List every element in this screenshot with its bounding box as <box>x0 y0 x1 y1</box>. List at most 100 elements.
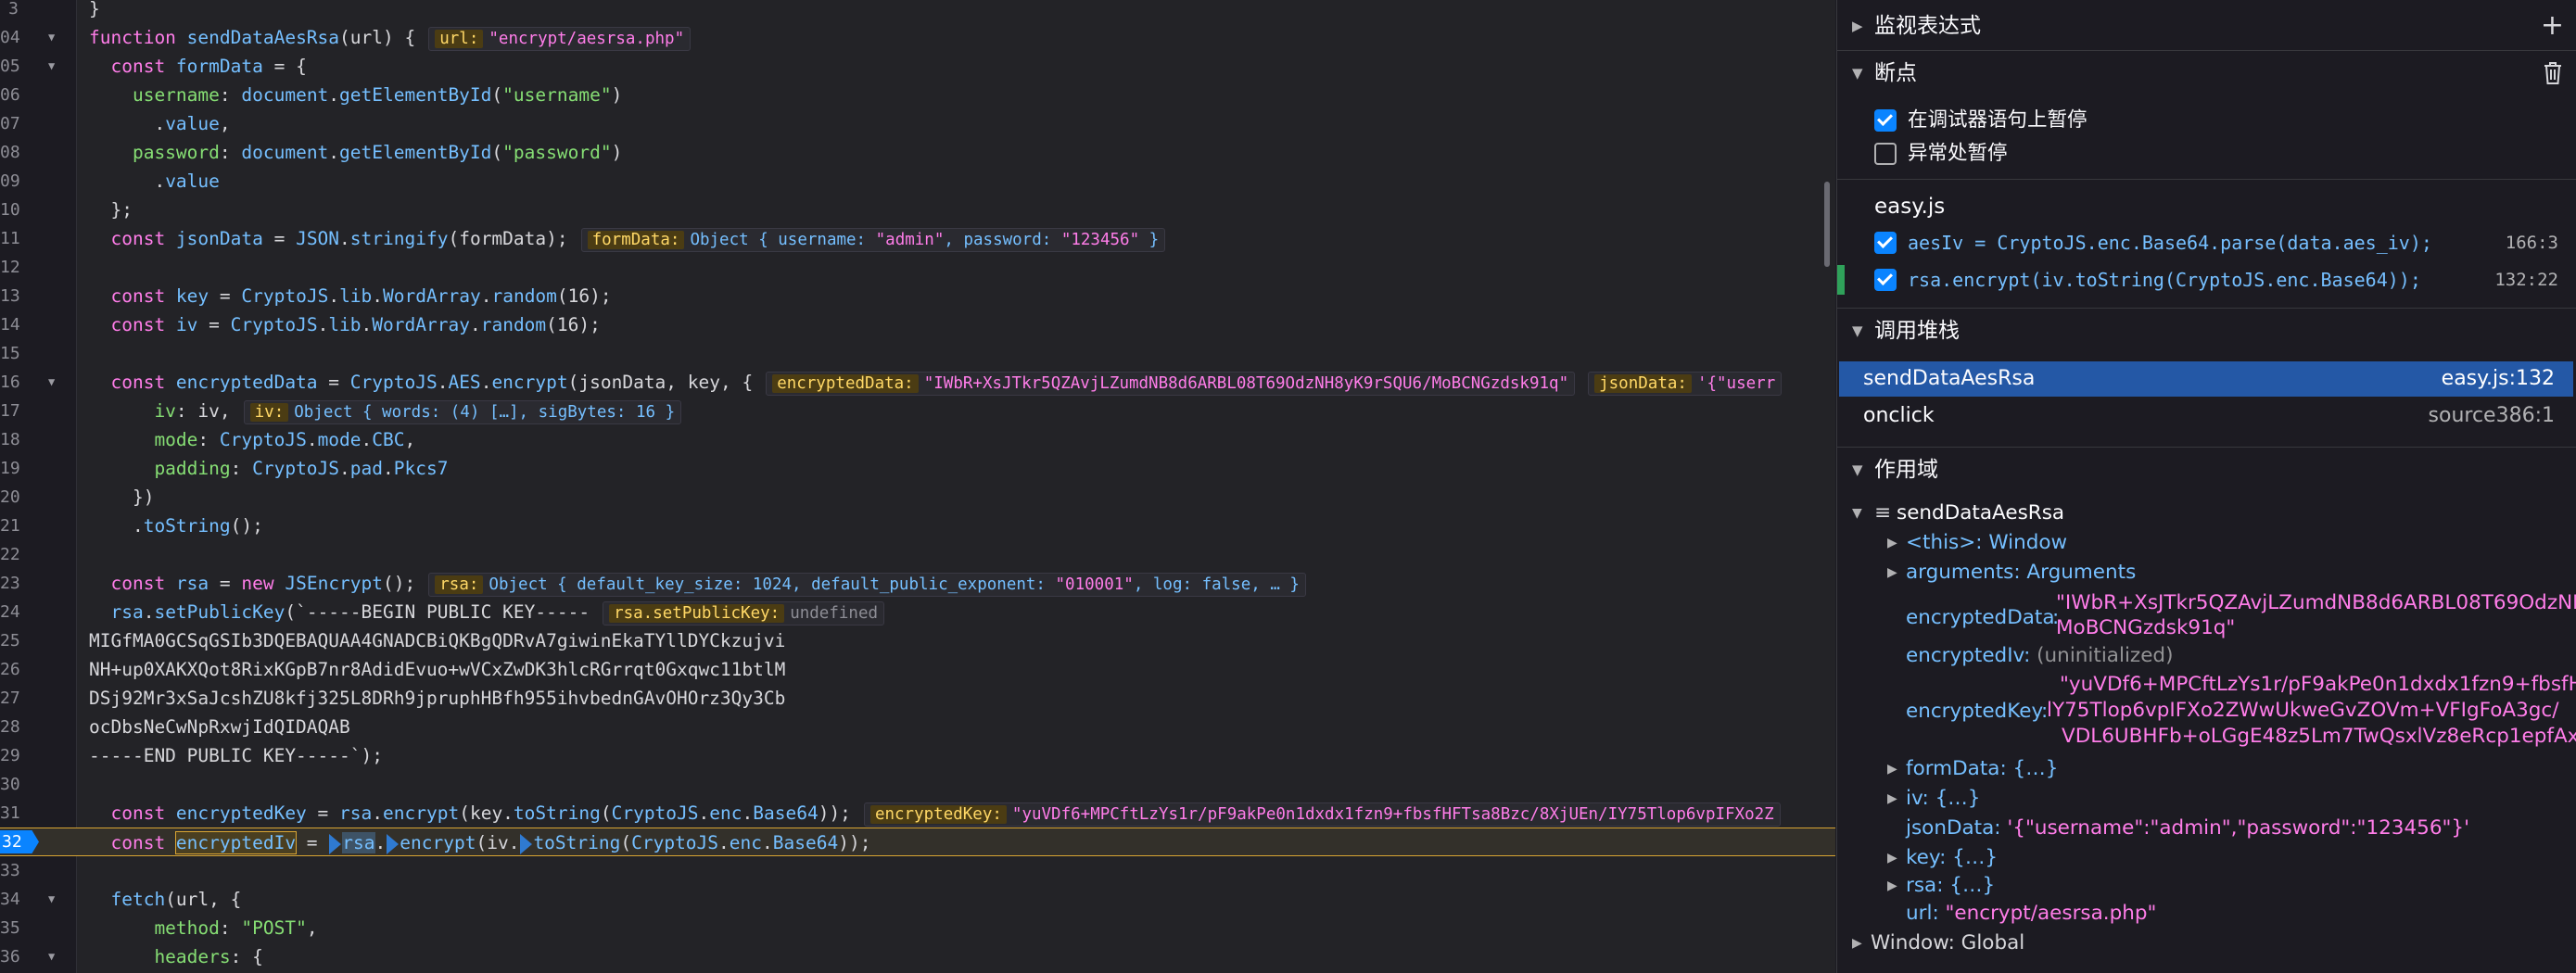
code-line[interactable]: 18 mode: CryptoJS.mode.CBC, <box>0 425 1835 454</box>
expand-arrow-icon[interactable]: ▶ <box>1887 872 1897 900</box>
line-number[interactable]: 16 <box>0 368 20 397</box>
expand-arrow-icon[interactable]: ▶ <box>1852 929 1862 957</box>
line-number[interactable]: 07 <box>0 109 20 138</box>
expand-arrow-icon[interactable]: ▶ <box>1852 4 1863 48</box>
line-number[interactable]: 04 <box>0 23 20 52</box>
expand-arrow-icon[interactable]: ▶ <box>1887 755 1897 783</box>
fold-toggle-icon[interactable]: ▼ <box>48 23 55 52</box>
code-line[interactable]: 28 ocDbsNeCwNpRxwjIdQIDAQAB <box>0 713 1835 741</box>
step-point-icon[interactable] <box>520 833 533 854</box>
hovered-variable[interactable]: encryptedIv <box>174 831 298 854</box>
code-line[interactable]: 26 NH+up0XAKXQot8RixKGpB7nr8AdidEvuo+wVCx… <box>0 655 1835 684</box>
breakpoint-checkbox[interactable] <box>1874 269 1897 291</box>
code-line[interactable]: 04 ▼ function sendDataAesRsa(url) {url: "en… <box>0 23 1835 52</box>
code-line[interactable]: 13 const key = CryptoJS.lib.WordArray.ra… <box>0 282 1835 310</box>
line-number[interactable]: 17 <box>0 397 20 425</box>
code-line[interactable]: 25 MIGfMA0GCSqGSIb3DQEBAQUAA4GNADCBiQKBgQ… <box>0 626 1835 655</box>
line-number[interactable]: 30 <box>0 770 20 799</box>
inline-value-preview[interactable]: formData: Object { username: "admin", pas… <box>580 227 1166 252</box>
line-number[interactable]: 24 <box>0 598 20 626</box>
code-line[interactable]: 17 iv: iv, iv: Object { words: (4) […], si… <box>0 397 1835 425</box>
pause-on-debugger-checkbox[interactable] <box>1874 109 1897 132</box>
breakpoint-file[interactable]: easy.js <box>1837 190 2576 223</box>
line-number[interactable]: 36 <box>0 942 20 971</box>
breakpoints-header[interactable]: ▼ 断点 <box>1837 50 2576 95</box>
code-line[interactable]: 14 const iv = CryptoJS.lib.WordArray.ran… <box>0 310 1835 339</box>
line-number[interactable]: 11 <box>0 224 20 253</box>
code-line[interactable]: 35 method: "POST", <box>0 914 1835 942</box>
paused-code-line[interactable]: 32 const encryptedIv = rsa. encrypt(iv. to… <box>0 828 1835 856</box>
call-stack-header[interactable]: ▼ 调用堆栈 <box>1837 308 2576 353</box>
code-line[interactable]: 24 rsa.setPublicKey(`-----BEGIN PUBLIC K… <box>0 598 1835 626</box>
line-number[interactable]: 31 <box>0 799 20 828</box>
line-number[interactable]: 12 <box>0 253 20 282</box>
code-line[interactable]: 06 username: document.getElementById("us… <box>0 81 1835 109</box>
line-number[interactable]: 20 <box>0 483 20 512</box>
fold-toggle-icon[interactable]: ▼ <box>48 52 55 81</box>
code-line[interactable]: 19 padding: CryptoJS.pad.Pkcs7 <box>0 454 1835 483</box>
fold-toggle-icon[interactable]: ▼ <box>48 942 55 971</box>
code-line[interactable]: 23 const rsa = new JSEncrypt(); rsa: Objec… <box>0 569 1835 598</box>
line-number[interactable]: 25 <box>0 626 20 655</box>
scope-var-encryptedKey[interactable]: encryptedKey : "yuVDf6+MPCftLzYs1r/pF9ak… <box>1837 672 2576 752</box>
inline-value-preview[interactable]: encryptedKey: "yuVDf6+MPCftLzYs1r/pF9akPe… <box>863 802 1781 827</box>
stack-frame-selected[interactable]: sendDataAesRsa easy.js:132 <box>1839 361 2573 397</box>
line-number[interactable]: 34 <box>0 885 20 914</box>
line-number[interactable]: 35 <box>0 914 20 942</box>
breakpoint-marker-icon[interactable]: 32 <box>0 830 39 853</box>
line-number[interactable]: 3 <box>0 0 19 23</box>
breakpoint-item[interactable]: rsa.encrypt(iv.toString(CryptoJS.enc.Bas… <box>1837 263 2576 297</box>
scopes-header[interactable]: ▼ 作用域 <box>1837 447 2576 492</box>
code-line[interactable]: 05 ▼ const formData = { <box>0 52 1835 81</box>
code-line[interactable]: 33 <box>0 856 1835 885</box>
code-line[interactable]: 12 <box>0 253 1835 282</box>
code-line[interactable]: 29 -----END PUBLIC KEY-----`); <box>0 741 1835 770</box>
line-number[interactable]: 33 <box>0 856 20 885</box>
expand-arrow-icon[interactable]: ▶ <box>1887 844 1897 872</box>
breakpoint-checkbox[interactable] <box>1874 232 1897 254</box>
line-number[interactable]: 13 <box>0 282 20 310</box>
current-expression[interactable]: rsa <box>342 832 375 853</box>
expand-arrow-icon[interactable]: ▶ <box>1887 529 1897 557</box>
line-number[interactable]: 27 <box>0 684 20 713</box>
plus-icon[interactable]: + <box>2541 4 2564 48</box>
line-number[interactable]: 23 <box>0 569 20 598</box>
inline-value-preview[interactable]: encryptedData: "IWbR+XsJTkr5QZAvjLZumdNB8… <box>766 371 1576 396</box>
line-number[interactable]: 05 <box>0 52 20 81</box>
line-number[interactable]: 10 <box>0 196 20 224</box>
code-line[interactable]: 3} <box>0 0 1835 23</box>
code-line[interactable]: 10 }; <box>0 196 1835 224</box>
pause-on-exceptions-row[interactable]: 异常处暂停 <box>1837 137 2576 171</box>
fold-toggle-icon[interactable]: ▼ <box>48 885 55 914</box>
line-number[interactable]: 06 <box>0 81 20 109</box>
inline-value-preview[interactable]: rsa.setPublicKey: undefined <box>603 600 885 626</box>
pause-on-debugger-row[interactable]: 在调试器语句上暂停 <box>1837 104 2576 137</box>
code-line[interactable]: 34 ▼ fetch(url, { <box>0 885 1835 914</box>
breakpoint-item[interactable]: aesIv = CryptoJS.enc.Base64.parse(data.a… <box>1837 226 2576 259</box>
trash-icon[interactable] <box>2542 51 2564 100</box>
line-number[interactable]: 26 <box>0 655 20 684</box>
collapse-arrow-icon[interactable]: ▼ <box>1852 499 1862 527</box>
line-number[interactable]: 14 <box>0 310 20 339</box>
step-point-icon[interactable] <box>329 833 342 854</box>
line-number[interactable]: 08 <box>0 138 20 167</box>
code-line[interactable]: 36 ▼ headers: { <box>0 942 1835 971</box>
code-line[interactable]: 07 .value, <box>0 109 1835 138</box>
line-number[interactable]: 18 <box>0 425 20 454</box>
line-number[interactable]: 09 <box>0 167 20 196</box>
line-number[interactable]: 15 <box>0 339 20 368</box>
pause-on-exceptions-checkbox[interactable] <box>1874 143 1897 165</box>
code-line[interactable]: 27 DSj92Mr3xSaJcshZU8kfj325L8DRh9jpruphHB… <box>0 684 1835 713</box>
line-number[interactable]: 19 <box>0 454 20 483</box>
expand-arrow-icon[interactable]: ▶ <box>1887 785 1897 813</box>
line-number[interactable]: 21 <box>0 512 20 540</box>
inline-value-preview[interactable]: rsa: Object { default_key_size: 1024, def… <box>428 572 1306 597</box>
code-line[interactable]: 30 <box>0 770 1835 799</box>
source-editor[interactable]: 3} 04 ▼ function sendDataAesRsa(url) {url: "… <box>0 0 1835 973</box>
line-number[interactable]: 28 <box>0 713 20 741</box>
scope-var-encryptedData[interactable]: encryptedData : "IWbR+XsJTkr5QZAvjLZumdN… <box>1837 590 2576 646</box>
code-line[interactable]: 20 }) <box>0 483 1835 512</box>
collapse-arrow-icon[interactable]: ▼ <box>1852 309 1863 353</box>
line-number[interactable]: 29 <box>0 741 20 770</box>
stack-frame[interactable]: onclick source386:1 <box>1839 398 2573 434</box>
